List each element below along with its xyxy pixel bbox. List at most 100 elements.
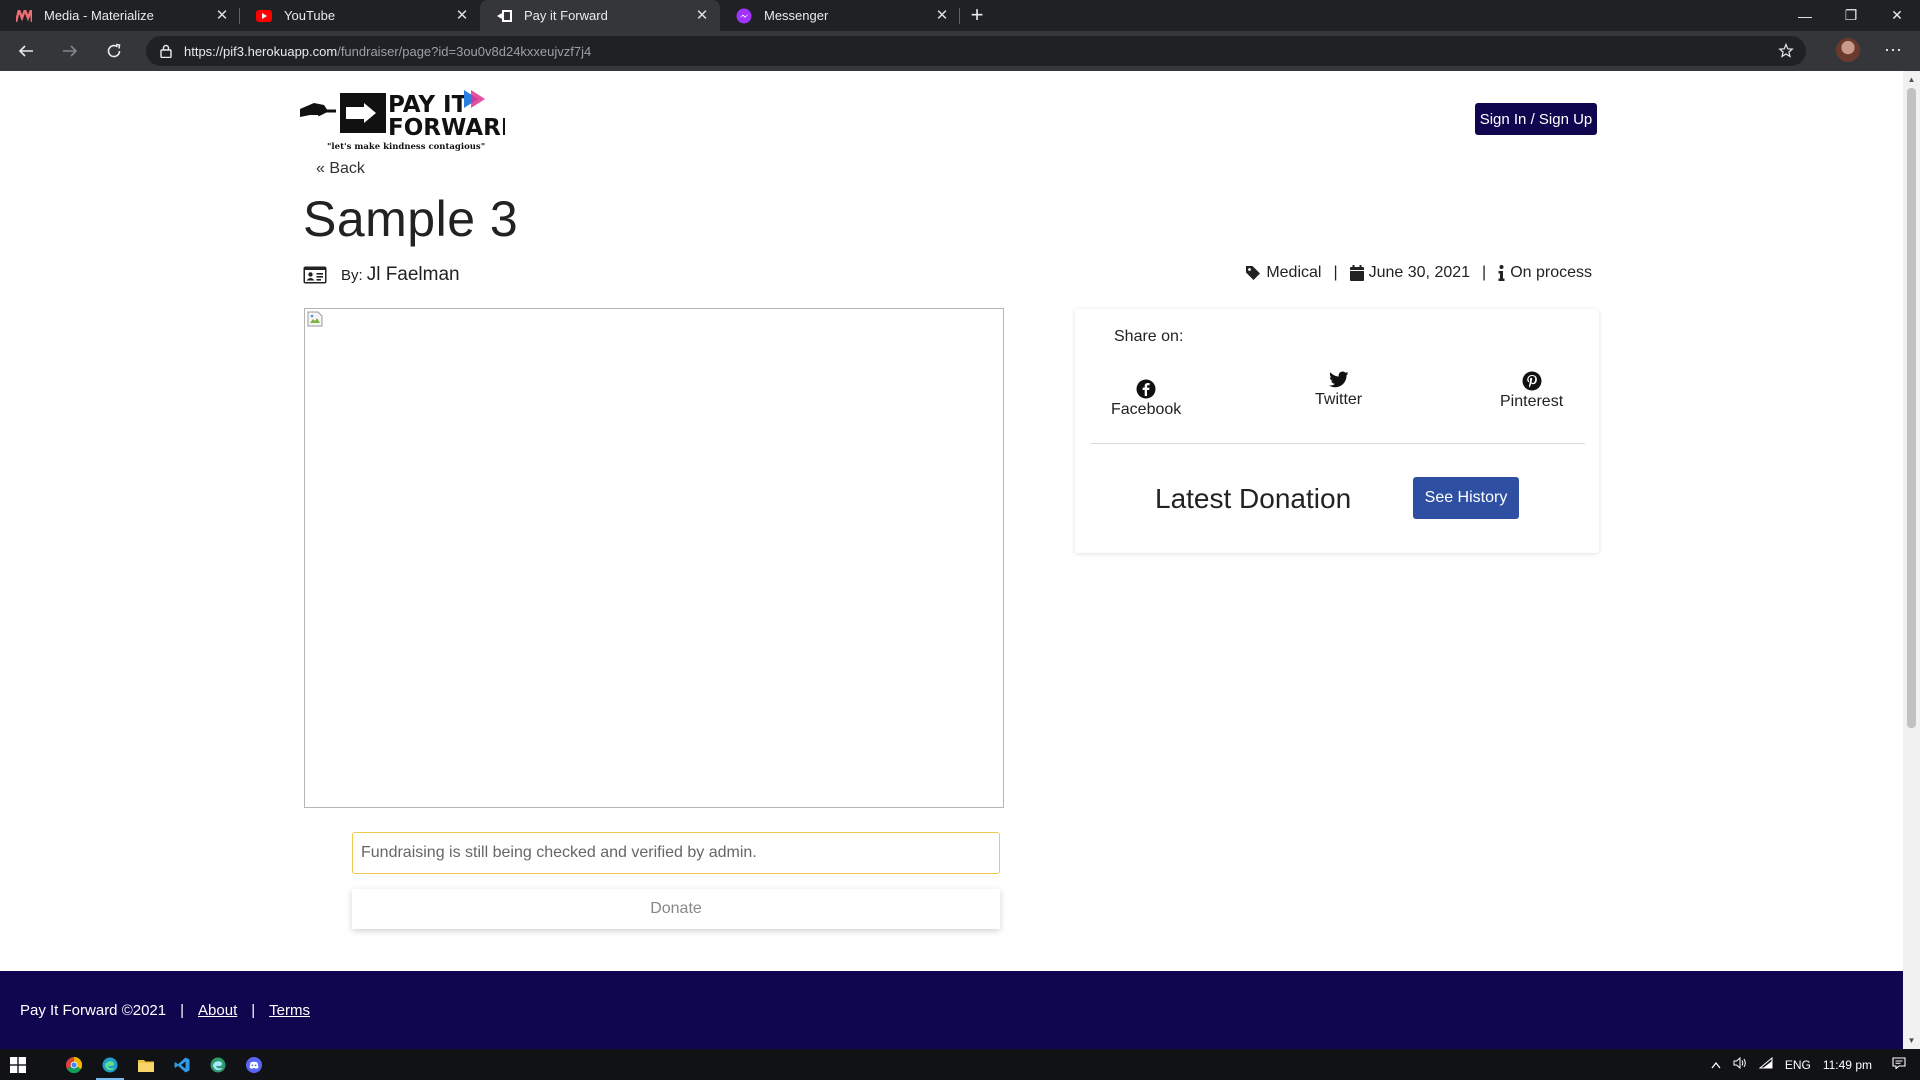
chrome-icon[interactable]: [56, 1049, 92, 1080]
footer-separator: |: [251, 1001, 256, 1019]
browser-tab-bar: Media - Materialize ✕ YouTube ✕ Pay it F…: [0, 0, 1920, 31]
profile-avatar[interactable]: [1836, 38, 1860, 62]
fundraiser-meta: Medical | June 30, 2021 | On process: [1245, 264, 1592, 282]
share-option-label: Pinterest: [1500, 393, 1564, 410]
facebook-icon: [1136, 379, 1156, 399]
arrow-right-icon: [63, 45, 78, 57]
pinterest-icon: [1522, 371, 1542, 391]
close-icon[interactable]: ✕: [934, 7, 950, 24]
edge-icon[interactable]: [92, 1049, 128, 1080]
latest-donation-heading: Latest Donation: [1155, 483, 1352, 514]
fundraiser-image: [304, 308, 1004, 808]
calendar-icon: [1349, 265, 1364, 281]
meta-separator: |: [1333, 264, 1338, 281]
meta-separator: |: [1482, 264, 1487, 281]
volume-icon[interactable]: [1733, 1056, 1747, 1072]
share-card: Share on: Facebook Twitter Pinterest Lat…: [1075, 309, 1599, 553]
share-twitter-button[interactable]: Twitter: [1315, 371, 1362, 409]
tab-title: Pay it Forward: [524, 8, 608, 23]
close-icon[interactable]: ✕: [214, 7, 230, 24]
address-bar[interactable]: https://pif3.herokuapp.com/fundraiser/pa…: [146, 36, 1806, 66]
site-footer: Pay It Forward ©2021 | About | Terms: [0, 971, 1903, 1049]
scroll-down-arrow[interactable]: ▼: [1903, 1032, 1920, 1049]
chevron-up-icon[interactable]: [1711, 1058, 1721, 1072]
status-label: On process: [1510, 264, 1592, 281]
tab-pay-it-forward[interactable]: Pay it Forward ✕: [480, 0, 720, 31]
author-row: By: Jl Faelman: [303, 264, 460, 286]
taskbar-spacer: [36, 1049, 56, 1080]
tab-separator: [959, 8, 960, 24]
tab-messenger[interactable]: Messenger ✕: [720, 0, 960, 31]
share-pinterest-button[interactable]: Pinterest: [1500, 371, 1563, 411]
tab-title: Media - Materialize: [44, 8, 154, 23]
materialize-icon: [16, 8, 32, 24]
language-indicator[interactable]: ENG: [1785, 1058, 1811, 1072]
wifi-icon[interactable]: [1758, 1056, 1773, 1072]
forward-button[interactable]: [52, 33, 88, 69]
windows-start-icon[interactable]: [0, 1049, 36, 1080]
tab-youtube[interactable]: YouTube ✕: [240, 0, 480, 31]
date-item: June 30, 2021: [1349, 264, 1470, 282]
page-scrollbar[interactable]: ▲ ▼: [1903, 71, 1920, 1049]
status-item: On process: [1498, 264, 1592, 282]
window-controls: — ❐ ✕: [1782, 0, 1920, 31]
by-label: By:: [341, 266, 363, 284]
close-icon[interactable]: ✕: [454, 7, 470, 24]
system-tray: ENG 11:49 pm: [1705, 1049, 1920, 1080]
restore-button[interactable]: ❐: [1828, 0, 1874, 31]
notifications-icon[interactable]: [1892, 1057, 1906, 1072]
share-label: Share on:: [1114, 328, 1184, 345]
payitforward-icon: [496, 8, 512, 24]
more-menu-icon[interactable]: ⋯: [1880, 38, 1906, 64]
footer-terms-link[interactable]: Terms: [269, 1002, 310, 1019]
divider: [1091, 443, 1585, 444]
share-option-label: Twitter: [1315, 391, 1363, 408]
back-button[interactable]: [8, 33, 44, 69]
id-card-icon: [303, 266, 327, 284]
tab-title: YouTube: [284, 8, 336, 23]
vscode-icon[interactable]: [164, 1049, 200, 1080]
footer-about-link[interactable]: About: [198, 1002, 237, 1019]
see-history-button[interactable]: See History: [1413, 477, 1519, 519]
logo-tagline: "let's make kindness contagious": [327, 142, 485, 152]
sign-in-sign-up-button[interactable]: Sign In / Sign Up: [1475, 103, 1597, 135]
back-link[interactable]: « Back: [316, 160, 365, 178]
lock-icon: [160, 44, 172, 58]
reload-icon: [107, 43, 121, 58]
windows-taskbar: ENG 11:49 pm: [0, 1049, 1920, 1080]
footer-copyright: Pay It Forward ©2021: [20, 1001, 167, 1019]
donate-button[interactable]: Donate: [352, 889, 1000, 929]
arrow-left-icon: [18, 45, 33, 57]
verification-notice: Fundraising is still being checked and v…: [352, 832, 1000, 874]
url-host: https://pif3.herokuapp.com: [184, 43, 338, 59]
footer-separator: |: [180, 1001, 185, 1019]
browser-toolbar: https://pif3.herokuapp.com/fundraiser/pa…: [0, 31, 1920, 71]
share-option-label: Facebook: [1111, 401, 1182, 418]
logo-line2: FORWARD: [388, 115, 505, 141]
reload-button[interactable]: [96, 33, 132, 69]
tab-media-materialize[interactable]: Media - Materialize ✕: [0, 0, 240, 31]
scrollbar-thumb[interactable]: [1907, 88, 1916, 728]
url-text: https://pif3.herokuapp.com/fundraiser/pa…: [184, 44, 591, 59]
broken-image-icon: [307, 311, 323, 327]
close-window-button[interactable]: ✕: [1874, 0, 1920, 31]
file-explorer-icon[interactable]: [128, 1049, 164, 1080]
discord-icon[interactable]: [236, 1049, 272, 1080]
pay-it-forward-logo[interactable]: PAY IT FORWARD "let's make kindness cont…: [300, 85, 520, 153]
close-icon[interactable]: ✕: [694, 7, 710, 24]
favorites-icon[interactable]: [1778, 42, 1794, 64]
url-path: /fundraiser/page?id=3ou0v8d24kxxeujvzf7j…: [337, 43, 592, 59]
category-item: Medical: [1245, 264, 1321, 282]
author-name[interactable]: Jl Faelman: [367, 264, 460, 286]
clock[interactable]: 11:49 pm: [1823, 1058, 1872, 1072]
share-facebook-button[interactable]: Facebook: [1111, 379, 1181, 419]
minimize-button[interactable]: —: [1782, 0, 1828, 31]
category-label: Medical: [1266, 264, 1322, 281]
tab-title: Messenger: [764, 8, 829, 23]
scroll-up-arrow[interactable]: ▲: [1903, 71, 1920, 88]
twitter-icon: [1328, 371, 1349, 388]
messenger-icon: [736, 8, 752, 24]
edge-beta-icon[interactable]: [200, 1049, 236, 1080]
tag-icon: [1246, 266, 1261, 280]
new-tab-button[interactable]: +: [960, 0, 994, 31]
